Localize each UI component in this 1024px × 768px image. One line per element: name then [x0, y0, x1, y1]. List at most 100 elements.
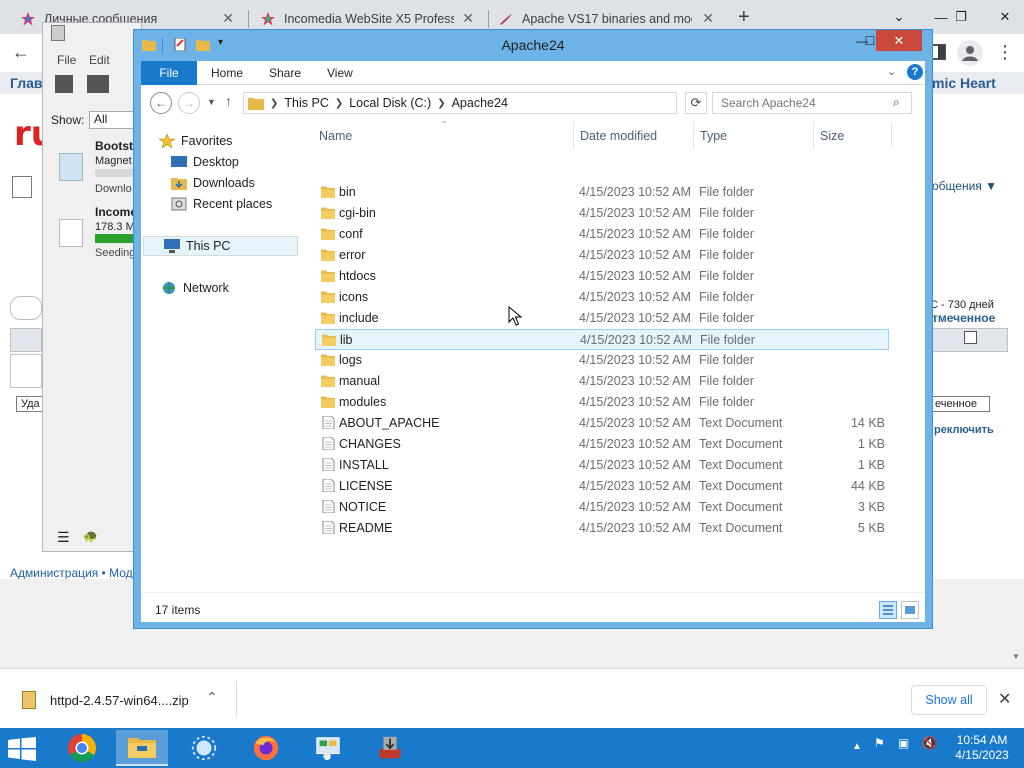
file-row[interactable]: INSTALL 4/15/2023 10:52 AM Text Document 1 …: [315, 455, 889, 476]
taskbar-chrome[interactable]: [56, 730, 108, 766]
file-row[interactable]: error 4/15/2023 10:52 AM File folder: [315, 245, 889, 266]
breadcrumb-separator-icon[interactable]: ❯: [437, 98, 445, 109]
breadcrumb-separator-icon[interactable]: ❯: [335, 98, 343, 109]
column-separator[interactable]: [573, 122, 574, 148]
file-row[interactable]: CHANGES 4/15/2023 10:52 AM Text Document 1 …: [315, 434, 889, 455]
browser-restore-button[interactable]: ❐: [944, 0, 978, 34]
site-nav-main[interactable]: Глав: [10, 75, 43, 91]
file-type: Text Document: [699, 521, 783, 535]
file-row[interactable]: htdocs 4/15/2023 10:52 AM File folder: [315, 266, 889, 287]
file-row[interactable]: conf 4/15/2023 10:52 AM File folder: [315, 224, 889, 245]
explorer-close-button[interactable]: ✕: [876, 30, 922, 51]
file-row[interactable]: NOTICE 4/15/2023 10:52 AM Text Document 3 K…: [315, 497, 889, 518]
marked-button[interactable]: еченное: [930, 396, 990, 412]
taskbar-clock[interactable]: 10:54 AM 4/15/2023: [940, 733, 1024, 763]
breadcrumb-separator-icon[interactable]: ❯: [270, 98, 278, 109]
breadcrumb-local-disk[interactable]: Local Disk (C:): [349, 96, 431, 110]
tray-volume-muted-icon[interactable]: 🔇: [922, 736, 937, 750]
select-all-checkbox[interactable]: [964, 331, 977, 344]
nav-recent-places[interactable]: Recent places: [171, 194, 337, 214]
column-header-name[interactable]: Name: [319, 129, 352, 143]
file-row[interactable]: modules 4/15/2023 10:52 AM File folder: [315, 392, 889, 413]
tray-expand-icon[interactable]: ▲: [852, 741, 862, 752]
ribbon-tab-home[interactable]: Home: [211, 61, 243, 85]
column-header-type[interactable]: Type: [700, 129, 727, 143]
ribbon-tab-file[interactable]: File: [141, 61, 197, 85]
taskbar-control-panel[interactable]: [302, 730, 354, 766]
nav-downloads[interactable]: Downloads: [171, 173, 337, 193]
ribbon-tab-view[interactable]: View: [327, 61, 353, 85]
client-toolbar-icon[interactable]: [87, 75, 109, 93]
column-separator[interactable]: [693, 122, 694, 148]
taskbar-file-explorer[interactable]: [116, 730, 168, 766]
help-icon[interactable]: ?: [907, 64, 923, 80]
file-row[interactable]: lib 4/15/2023 10:52 AM File folder: [315, 329, 889, 350]
file-row[interactable]: ABOUT_APACHE 4/15/2023 10:52 AM Text Docum…: [315, 413, 889, 434]
column-header-date[interactable]: Date modified: [580, 129, 657, 143]
recent-locations-icon[interactable]: ▼: [207, 97, 216, 107]
browser-menu-icon[interactable]: ⋮: [996, 42, 1014, 63]
breadcrumb-apache24[interactable]: Apache24: [452, 96, 508, 110]
column-header-size[interactable]: Size: [820, 129, 844, 143]
profile-avatar-icon[interactable]: [957, 40, 983, 66]
column-separator[interactable]: [813, 122, 814, 148]
file-row[interactable]: LICENSE 4/15/2023 10:52 AM Text Document 44…: [315, 476, 889, 497]
explorer-titlebar[interactable]: ▾ Apache24 — ☐ ✕: [134, 30, 932, 60]
up-arrow-icon[interactable]: ↑: [225, 93, 232, 109]
ribbon-tab-share[interactable]: Share: [269, 61, 301, 85]
client-menu-edit[interactable]: Edit: [89, 53, 110, 67]
large-icons-view-button[interactable]: [901, 601, 919, 619]
column-separator[interactable]: [891, 122, 892, 148]
switch-link[interactable]: реключить: [934, 424, 994, 436]
file-row[interactable]: bin 4/15/2023 10:52 AM File folder: [315, 182, 889, 203]
nav-this-pc[interactable]: This PC: [143, 236, 298, 256]
nav-network[interactable]: Network: [161, 278, 327, 298]
tray-flag-icon[interactable]: ⚑: [874, 736, 885, 750]
file-date: 4/15/2023 10:52 AM: [579, 269, 691, 283]
file-row[interactable]: cgi-bin 4/15/2023 10:52 AM File folder: [315, 203, 889, 224]
download-item[interactable]: httpd-2.4.57-win64....zip: [22, 691, 189, 709]
ribbon-expand-chevron-icon[interactable]: ⌄: [887, 65, 896, 78]
page-scroll-down-icon[interactable]: ▼: [1012, 652, 1020, 661]
client-turtle-icon[interactable]: 🐢: [83, 529, 98, 543]
file-row[interactable]: logs 4/15/2023 10:52 AM File folder: [315, 350, 889, 371]
taskbar-app-sun[interactable]: [178, 730, 230, 766]
footer-links[interactable]: Администрация • Мод: [10, 566, 133, 580]
taskbar-firefox[interactable]: [240, 730, 292, 766]
show-all-button[interactable]: Show all: [911, 685, 987, 715]
forward-button[interactable]: →: [178, 92, 200, 114]
windows-start-icon[interactable]: [8, 737, 36, 761]
back-arrow-icon[interactable]: ←: [12, 42, 30, 63]
file-row[interactable]: README 4/15/2023 10:52 AM Text Document 5 K…: [315, 518, 889, 539]
messages-dropdown[interactable]: общения ▼: [932, 179, 997, 193]
tab-close-icon[interactable]: ✕: [462, 10, 474, 27]
new-tab-icon[interactable]: +: [738, 6, 750, 29]
browser-close-button[interactable]: ✕: [988, 0, 1022, 34]
tray-network-icon[interactable]: ▣: [898, 736, 909, 750]
nav-favorites[interactable]: Favorites: [159, 131, 325, 151]
file-row[interactable]: icons 4/15/2023 10:52 AM File folder: [315, 287, 889, 308]
file-row[interactable]: manual 4/15/2023 10:52 AM File folder: [315, 371, 889, 392]
taskbar-installer[interactable]: [364, 730, 416, 766]
tab-close-icon[interactable]: ✕: [222, 10, 234, 27]
site-nav-user[interactable]: mic Heart: [932, 75, 996, 91]
client-toolbar-icon[interactable]: [55, 75, 73, 93]
breadcrumb-this-pc[interactable]: This PC: [284, 96, 328, 110]
delete-button[interactable]: Уда: [16, 396, 45, 412]
search-input[interactable]: [712, 92, 912, 114]
text-document-icon: [322, 437, 335, 450]
torrent-2-name[interactable]: Income: [95, 205, 137, 219]
client-menu-icon[interactable]: ☰: [57, 529, 70, 546]
tab-close-icon[interactable]: ✕: [702, 10, 714, 27]
torrent-1-name[interactable]: Bootstr: [95, 139, 138, 153]
file-row[interactable]: include 4/15/2023 10:52 AM File folder: [315, 308, 889, 329]
download-options-chevron-icon[interactable]: ⌃: [206, 689, 218, 706]
nav-desktop[interactable]: Desktop: [171, 152, 337, 172]
back-button[interactable]: ←: [150, 92, 172, 114]
details-view-button[interactable]: [879, 601, 897, 619]
site-button-stub[interactable]: [12, 176, 32, 198]
downloads-close-icon[interactable]: ✕: [998, 689, 1011, 709]
refresh-icon[interactable]: ⟳: [685, 92, 707, 114]
address-bar[interactable]: ❯ This PC ❯ Local Disk (C:) ❯ Apache24 ⌄: [243, 92, 773, 114]
client-menu-file[interactable]: File: [57, 53, 76, 67]
